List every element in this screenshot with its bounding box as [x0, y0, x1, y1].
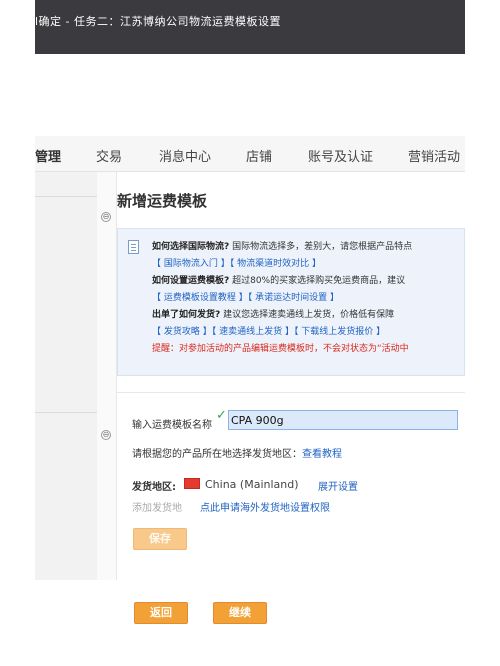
top-nav: 管理 交易 消息中心 店铺 账号及认证 营销活动 — [35, 136, 465, 172]
info-warning: 提醒：对参加活动的产品编辑运费模板时，不会对状态为“活动中 — [152, 344, 409, 354]
info-question-1: 如何选择国际物流? 国际物流选择多，差别大，请您根据产品特点 — [152, 239, 412, 252]
info-question-label: 如何设置运费模板? — [152, 276, 230, 286]
view-tutorial-link[interactable]: 查看教程 — [302, 449, 342, 460]
info-question-text: 建议您选择速卖通线上发货，价格低有保障 — [223, 310, 395, 320]
info-question-label: 如何选择国际物流? — [152, 242, 230, 252]
sidebar-divider — [35, 196, 97, 197]
region-hint-text: 请根据您的产品所在地选择发货地区： — [132, 449, 302, 460]
apply-overseas-link[interactable]: 点此申请海外发货地设置权限 — [200, 499, 330, 514]
save-button[interactable]: 保存 — [133, 528, 187, 550]
nav-item-messages[interactable]: 消息中心 — [159, 146, 211, 165]
info-links-3[interactable]: 【 发货攻略 】【 速卖通线上发货 】【 下载线上发货报价 】 — [152, 324, 385, 337]
ship-region-value: China (Mainland) — [205, 478, 299, 491]
info-question-text: 超过80%的买家选择购买免运费商品，建议 — [232, 276, 406, 286]
document-icon — [128, 240, 139, 254]
nav-item-store[interactable]: 店铺 — [246, 146, 272, 165]
window-title: l确定 - 任务二：江苏博纳公司物流运费模板设置 — [35, 15, 282, 28]
window-title-bar: l确定 - 任务二：江苏博纳公司物流运费模板设置 — [35, 0, 465, 54]
info-question-2: 如何设置运费模板? 超过80%的买家选择购买免运费商品，建议 — [152, 273, 405, 286]
china-flag-icon — [184, 478, 200, 489]
sidebar-divider — [35, 412, 97, 413]
template-name-input[interactable] — [228, 410, 458, 430]
expand-settings-link[interactable]: 展开设置 — [318, 478, 358, 493]
section-toggle-column: ⊖ ⊖ — [97, 172, 117, 580]
nav-item-marketing[interactable]: 营销活动 — [408, 146, 460, 165]
nav-item-manage[interactable]: 管理 — [35, 146, 61, 165]
ship-region-label: 发货地区: — [132, 482, 176, 493]
nav-item-trade[interactable]: 交易 — [96, 146, 122, 165]
info-links-2[interactable]: 【 运费模板设置教程 】【 承诺运达时间设置 】 — [152, 290, 339, 303]
add-ship-region-label: 添加发货地 — [132, 503, 182, 514]
help-info-box: 如何选择国际物流? 国际物流选择多，差别大，请您根据产品特点 【 国际物流入门 … — [117, 228, 465, 376]
back-button[interactable]: 返回 — [134, 602, 188, 624]
info-links-1[interactable]: 【 国际物流入门 】【 物流渠道时效对比 】 — [152, 256, 321, 269]
collapse-icon[interactable]: ⊖ — [101, 212, 111, 222]
region-hint: 请根据您的产品所在地选择发货地区：查看教程 — [132, 445, 342, 460]
collapse-icon[interactable]: ⊖ — [101, 430, 111, 440]
left-sidebar — [35, 172, 97, 580]
continue-button[interactable]: 继续 — [213, 602, 267, 624]
template-name-label: 输入运费模板名称 — [132, 420, 212, 431]
info-question-label: 出单了如何发货? — [152, 310, 221, 320]
nav-item-account[interactable]: 账号及认证 — [308, 146, 373, 165]
check-icon: ✓ — [216, 408, 227, 423]
page-title: 新增运费模板 — [117, 192, 208, 210]
info-question-3: 出单了如何发货? 建议您选择速卖通线上发货，价格低有保障 — [152, 307, 394, 320]
info-question-text: 国际物流选择多，差别大，请您根据产品特点 — [232, 242, 413, 252]
